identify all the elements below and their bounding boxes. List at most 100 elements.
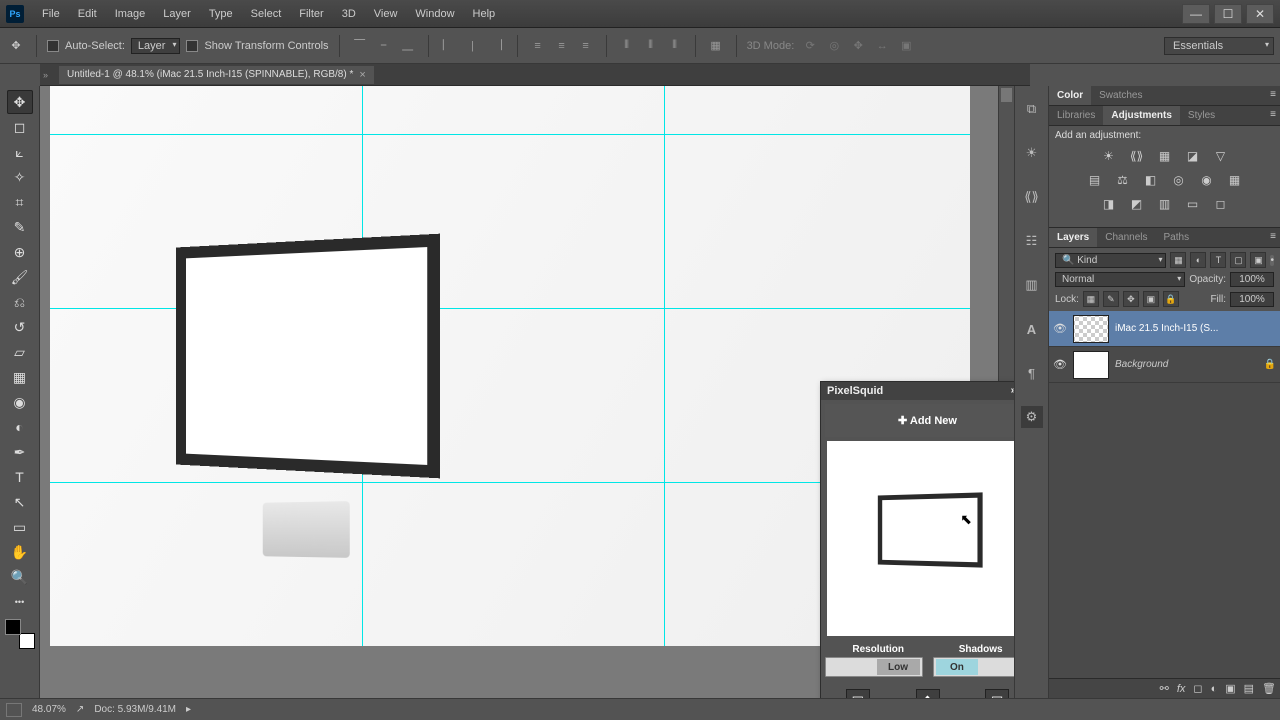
paragraph-panel-icon[interactable]: ¶ (1021, 362, 1043, 384)
shape-tool[interactable]: ▭ (7, 515, 33, 539)
distribute-hcenter-icon[interactable]: ⦀ (641, 36, 661, 56)
menu-view[interactable]: View (366, 5, 406, 23)
lut-icon[interactable]: ▦ (1225, 171, 1245, 189)
tab-paths[interactable]: Paths (1156, 228, 1198, 247)
pixelsquid-titlebar[interactable]: PixelSquid » ≡ (821, 382, 1014, 400)
threshold-icon[interactable]: ▥ (1155, 195, 1175, 213)
lasso-tool[interactable]: ⟀ (7, 140, 33, 164)
posterize-icon[interactable]: ◩ (1127, 195, 1147, 213)
foreground-color-swatch[interactable] (5, 619, 21, 635)
pixelsquid-preview[interactable]: ⬉ (827, 441, 1014, 636)
resolution-toggle[interactable]: Low (825, 657, 923, 677)
shadows-toggle[interactable]: On (933, 657, 1015, 677)
distribute-top-icon[interactable]: ≡ (528, 36, 548, 56)
info-panel-icon[interactable]: ☷ (1021, 230, 1043, 252)
3d-roll-icon[interactable]: ◎ (824, 36, 844, 56)
history-brush-tool[interactable]: ↺ (7, 315, 33, 339)
distribute-right-icon[interactable]: ⦀ (665, 36, 685, 56)
new-group-icon[interactable]: ▣ (1225, 682, 1235, 695)
auto-align-icon[interactable]: ▦ (706, 36, 726, 56)
menu-3d[interactable]: 3D (334, 5, 364, 23)
color-swatches[interactable] (5, 619, 35, 649)
lock-all-icon[interactable]: 🔒 (1163, 291, 1179, 307)
panel-menu-icon[interactable]: ≡ (1270, 231, 1276, 242)
channel-mixer-icon[interactable]: ◉ (1197, 171, 1217, 189)
align-hcenter-icon[interactable]: | (463, 36, 483, 56)
gradient-map-icon[interactable]: ▭ (1183, 195, 1203, 213)
fill-value[interactable]: 100% (1230, 292, 1274, 307)
invert-icon[interactable]: ◨ (1099, 195, 1119, 213)
distribute-bottom-icon[interactable]: ≡ (576, 36, 596, 56)
panel-menu-icon[interactable]: ≡ (1270, 89, 1276, 100)
brush-tool[interactable]: 🖌 (7, 265, 33, 289)
menu-select[interactable]: Select (243, 5, 290, 23)
bw-icon[interactable]: ◧ (1141, 171, 1161, 189)
balance-icon[interactable]: ⚖ (1113, 171, 1133, 189)
blend-mode-select[interactable]: Normal (1055, 272, 1185, 287)
document-tab[interactable]: Untitled-1 @ 48.1% (iMac 21.5 Inch-I15 (… (59, 66, 374, 84)
tab-adjustments[interactable]: Adjustments (1103, 106, 1180, 125)
layer-thumbnail[interactable] (1073, 351, 1109, 379)
align-right-icon[interactable]: ⎹ (487, 36, 507, 56)
blur-tool[interactable]: ◉ (7, 390, 33, 414)
filter-type-icon[interactable]: T (1210, 252, 1226, 268)
collapse-icon[interactable]: » (1011, 385, 1014, 397)
add-new-button[interactable]: ✚ Add New (825, 404, 1014, 437)
selective-color-icon[interactable]: ◻ (1211, 195, 1231, 213)
auto-select-checkbox[interactable] (47, 40, 59, 52)
align-bottom-icon[interactable]: ⎽ (398, 36, 418, 56)
show-transform-checkbox[interactable] (186, 40, 198, 52)
panel-menu-icon[interactable]: ≡ (1270, 109, 1276, 120)
brightness-icon[interactable]: ☀ (1099, 147, 1119, 165)
filter-shape-icon[interactable]: ▢ (1230, 252, 1246, 268)
more-tools-icon[interactable]: ••• (7, 590, 33, 614)
document-close-icon[interactable]: × (359, 69, 365, 81)
lock-position-icon[interactable]: ✥ (1123, 291, 1139, 307)
magic-wand-tool[interactable]: ✧ (7, 165, 33, 189)
doc-size[interactable]: Doc: 5.93M/9.41M (94, 704, 176, 715)
lock-paint-icon[interactable]: ✎ (1103, 291, 1119, 307)
3d-pan-icon[interactable]: ✥ (848, 36, 868, 56)
layer-row[interactable]: 👁 Background 🔒 (1049, 347, 1280, 383)
menu-type[interactable]: Type (201, 5, 241, 23)
clone-tool[interactable]: ⎌ (7, 290, 33, 314)
3d-slide-icon[interactable]: ↔ (872, 36, 892, 56)
plugin-panel-icon[interactable]: ⚙ (1021, 406, 1043, 428)
canvas-area[interactable]: PixelSquid » ≡ ✚ Add New ⬉ Resolution Sh… (40, 86, 1014, 698)
tab-swatches[interactable]: Swatches (1091, 86, 1150, 105)
embed-layers-button[interactable]: ❖ Embed Layers (893, 689, 963, 698)
filter-adjust-icon[interactable]: ◐ (1190, 252, 1206, 268)
menu-filter[interactable]: Filter (291, 5, 331, 23)
align-vcenter-icon[interactable]: ⎯ (374, 36, 394, 56)
zoom-level[interactable]: 48.07% (32, 704, 66, 715)
crop-tool[interactable]: ⌗ (7, 190, 33, 214)
3d-orbit-icon[interactable]: ⟳ (800, 36, 820, 56)
maximize-button[interactable]: ☐ (1214, 4, 1242, 24)
lock-transparency-icon[interactable]: ▦ (1083, 291, 1099, 307)
guide-horizontal[interactable] (50, 134, 970, 135)
status-chevron-icon[interactable]: ▸ (186, 704, 191, 715)
dodge-tool[interactable]: ◐ (7, 415, 33, 439)
filter-toggle-icon[interactable]: • (1270, 255, 1274, 266)
open-as-psd-button[interactable]: ▣ Open Object As PSD (962, 689, 1014, 698)
layer-mask-icon[interactable]: ◻ (1193, 682, 1202, 695)
histogram-panel-icon[interactable]: ⟪⟫ (1021, 186, 1043, 208)
healing-tool[interactable]: ⊕ (7, 240, 33, 264)
type-tool[interactable]: T (7, 465, 33, 489)
dock-collapse-icon[interactable]: » (43, 70, 53, 80)
pen-tool[interactable]: ✒ (7, 440, 33, 464)
link-layers-icon[interactable]: ⚯ (1160, 682, 1169, 695)
hand-tool[interactable]: ✋ (7, 540, 33, 564)
photo-filter-icon[interactable]: ◎ (1169, 171, 1189, 189)
character-panel-icon[interactable]: A (1021, 318, 1043, 340)
new-layer-icon[interactable]: ▤ (1244, 682, 1254, 695)
layer-row[interactable]: 👁 iMac 21.5 Inch-I15 (S... (1049, 311, 1280, 347)
guide-vertical[interactable] (664, 86, 665, 646)
marquee-tool[interactable]: ◻ (7, 115, 33, 139)
path-selection-tool[interactable]: ↖ (7, 490, 33, 514)
curves-icon[interactable]: ▦ (1155, 147, 1175, 165)
distribute-vcenter-icon[interactable]: ≡ (552, 36, 572, 56)
vibrance-icon[interactable]: ▽ (1211, 147, 1231, 165)
export-icon[interactable]: ↗ (76, 704, 84, 715)
distribute-left-icon[interactable]: ⦀ (617, 36, 637, 56)
